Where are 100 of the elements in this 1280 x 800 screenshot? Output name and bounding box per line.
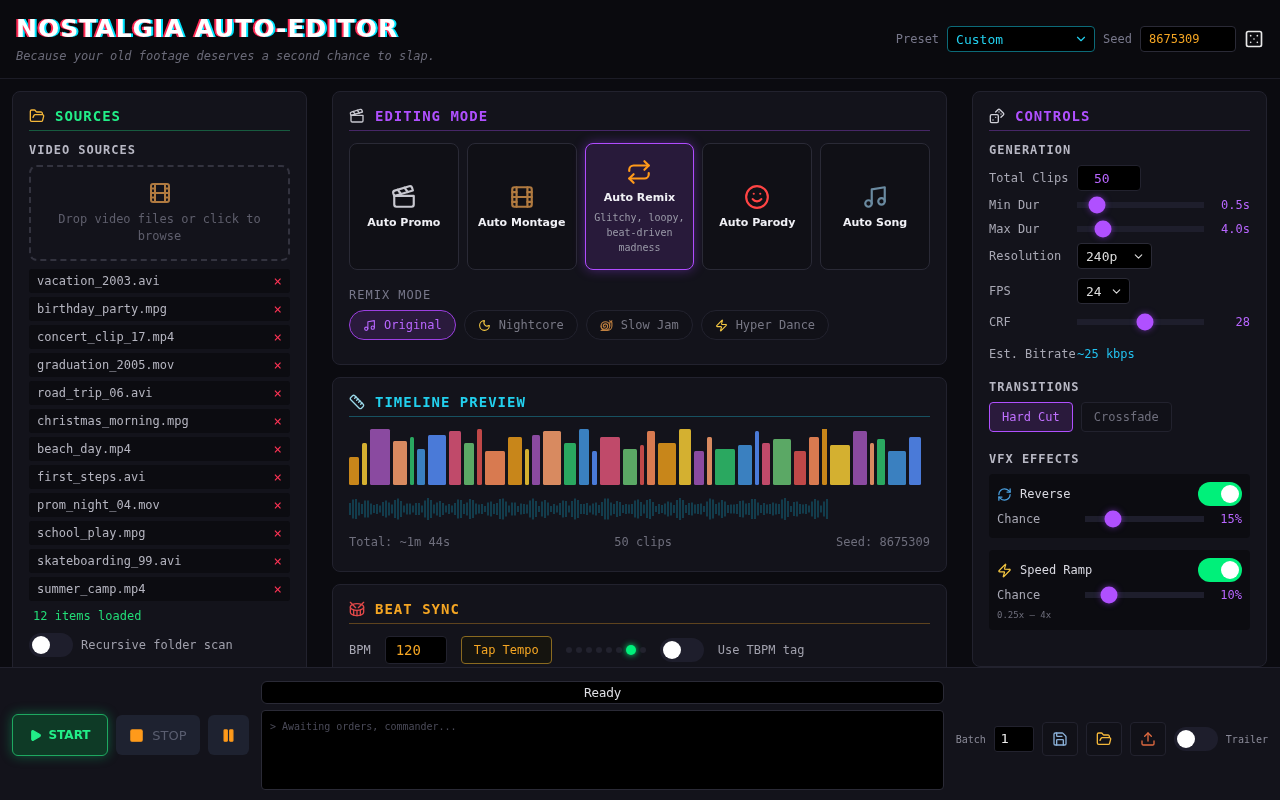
file-name: graduation_2005.mov — [37, 358, 175, 372]
export-button[interactable] — [1129, 722, 1166, 756]
preset-select[interactable]: Custom — [947, 26, 1096, 52]
remove-button[interactable]: × — [273, 581, 282, 597]
slider-thumb[interactable] — [1094, 220, 1112, 238]
pause-button[interactable] — [208, 715, 249, 755]
file-row[interactable]: skateboarding_99.avi × — [29, 549, 290, 573]
drop-zone-text: Drop video files or click to browse — [57, 211, 262, 245]
app-title: NOSTALGIA AUTO-EDITOR — [16, 14, 400, 43]
repeat-icon — [626, 158, 653, 185]
panel-title: BEAT SYNC — [375, 601, 460, 617]
mode-card[interactable]: Auto Song — [820, 143, 930, 270]
resolution-select[interactable]: 240p — [1077, 243, 1152, 269]
mode-description: Glitchy, loopy, beat-driven madness — [593, 210, 686, 255]
bpm-field[interactable]: 120 — [384, 636, 447, 664]
section-label: VFX EFFECTS — [989, 452, 1081, 466]
batch-field[interactable]: 1 — [993, 726, 1034, 752]
remove-button[interactable]: × — [273, 413, 282, 429]
mode-label: Auto Remix — [603, 190, 676, 204]
upload-icon — [1139, 731, 1156, 747]
fps-select[interactable]: 24 — [1077, 278, 1130, 304]
panel-title: SOURCES — [55, 108, 121, 124]
file-row[interactable]: first_steps.avi × — [29, 465, 290, 489]
file-row[interactable]: road_trip_06.avi × — [29, 381, 290, 405]
remove-button[interactable]: × — [273, 385, 282, 401]
mode-card[interactable]: Auto Remix Glitchy, loopy, beat-driven madness — [584, 143, 695, 270]
total-clips-field[interactable]: 50 — [1077, 165, 1141, 191]
remove-button[interactable]: × — [273, 497, 282, 513]
toggle-label: Recursive folder scan — [81, 638, 233, 652]
control-label: Min Dur — [989, 197, 1041, 213]
slider-thumb[interactable] — [1136, 313, 1154, 331]
save-button[interactable] — [1041, 722, 1078, 756]
slider-value: 4.0s — [1220, 222, 1250, 236]
status-bar: Ready — [261, 681, 944, 704]
mode-label: Auto Song — [843, 216, 908, 229]
tap-tempo-button[interactable]: Tap Tempo — [460, 636, 552, 664]
bitrate-value: ~25 kbps — [1077, 347, 1136, 361]
file-row[interactable]: concert_clip_17.mp4 × — [29, 325, 290, 349]
file-name: vacation_2003.avi — [37, 274, 160, 288]
remix-option[interactable]: Slow Jam — [585, 310, 693, 340]
remove-button[interactable]: × — [273, 273, 282, 289]
toggle-switch[interactable] — [1173, 727, 1218, 751]
remove-button[interactable]: × — [273, 329, 282, 345]
file-row[interactable]: christmas_morning.mpg × — [29, 409, 290, 433]
folder-icon — [29, 108, 45, 124]
transition-option[interactable]: Hard Cut — [989, 402, 1073, 432]
remove-button[interactable]: × — [273, 441, 282, 457]
toggle-switch[interactable] — [29, 633, 73, 657]
remove-button[interactable]: × — [273, 357, 282, 373]
control-label: Resolution — [989, 248, 1063, 264]
remix-option[interactable]: Nightcore — [463, 310, 578, 340]
section-label: GENERATION — [989, 143, 1073, 157]
remix-mode-label: REMIX MODE — [349, 288, 433, 302]
seed-label: Seed — [1103, 32, 1132, 46]
file-name: first_steps.avi — [37, 470, 146, 484]
file-row[interactable]: vacation_2003.avi × — [29, 269, 290, 293]
smiley-icon — [744, 184, 771, 210]
file-row[interactable]: prom_night_04.mov × — [29, 493, 290, 517]
log-console: > Awaiting orders, commander... — [261, 710, 944, 790]
file-row[interactable]: birthday_party.mpg × — [29, 297, 290, 321]
file-name: skateboarding_99.avi — [37, 554, 182, 568]
file-row[interactable]: school_play.mpg × — [29, 521, 290, 545]
drum-icon — [349, 601, 365, 617]
film-icon — [147, 181, 172, 205]
remove-button[interactable]: × — [273, 525, 282, 541]
trailer-label: Trailer — [1225, 733, 1268, 745]
music-icon — [363, 318, 376, 332]
file-row[interactable]: beach_day.mp4 × — [29, 437, 290, 461]
items-count: 12 items loaded — [32, 608, 143, 625]
slider-thumb[interactable] — [1088, 196, 1106, 214]
file-row[interactable]: summer_camp.mp4 × — [29, 577, 290, 601]
slider-thumb[interactable] — [1104, 510, 1122, 528]
control-label: Chance — [997, 587, 1042, 603]
total-duration: Total: ~1m 44s — [349, 535, 451, 549]
control-label: Total Clips — [989, 170, 1070, 186]
slider-thumb[interactable] — [1100, 586, 1118, 604]
toggle-switch[interactable] — [1198, 482, 1242, 506]
mode-card[interactable]: Auto Promo — [349, 143, 459, 270]
dice-icon — [1244, 29, 1264, 49]
remove-button[interactable]: × — [273, 301, 282, 317]
remove-button[interactable]: × — [273, 469, 282, 485]
transition-option[interactable]: Crossfade — [1080, 402, 1172, 432]
panel-title: TIMELINE PREVIEW — [375, 394, 526, 410]
control-label: FPS — [989, 283, 1012, 299]
file-name: beach_day.mp4 — [37, 442, 131, 456]
remove-button[interactable]: × — [273, 553, 282, 569]
start-button[interactable]: START — [12, 714, 108, 756]
effect-name: Speed Ramp — [1020, 563, 1093, 577]
toggle-switch[interactable] — [1198, 558, 1242, 582]
app-subtitle: Because your old footage deserves a second chance to slap. — [16, 49, 436, 63]
remix-option[interactable]: Hyper Dance — [700, 310, 830, 340]
section-label: TRANSITIONS — [989, 380, 1081, 394]
toggle-switch[interactable] — [659, 638, 704, 662]
mode-card[interactable]: Auto Montage — [466, 143, 577, 270]
file-row[interactable]: graduation_2005.mov × — [29, 353, 290, 377]
open-button[interactable] — [1085, 722, 1122, 756]
remix-option[interactable]: Original — [349, 310, 456, 340]
mode-card[interactable]: Auto Parody — [702, 143, 813, 270]
mode-label: Auto Promo — [367, 216, 441, 229]
seed-field[interactable]: 8675309 — [1140, 26, 1236, 52]
